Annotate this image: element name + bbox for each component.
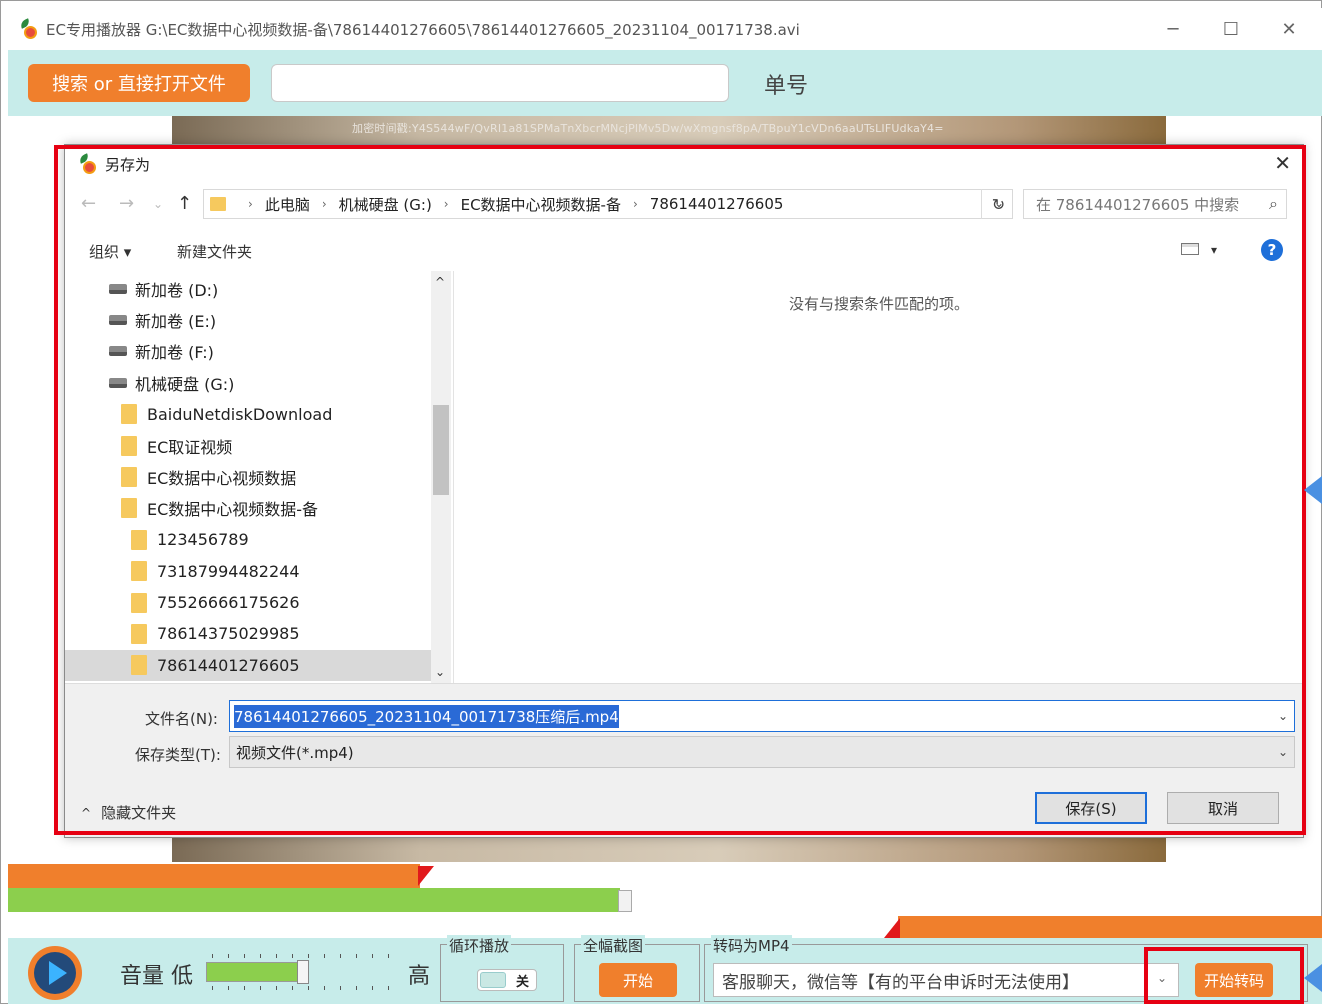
maximize-button[interactable]: ☐ (1202, 8, 1260, 50)
loop-toggle-label: 关 (516, 974, 530, 990)
app-logo-icon (18, 18, 40, 40)
screenshot-start-button[interactable]: 开始 (599, 963, 677, 997)
secondary-progress-bar[interactable] (898, 916, 1322, 938)
minimize-button[interactable]: ─ (1144, 8, 1202, 50)
pointer-arrow-icon (1304, 476, 1322, 504)
app-titlebar: EC专用播放器 G:\EC数据中心视频数据-备\78614401276605\7… (8, 8, 1322, 50)
control-bar: 音量 低 高 循环播放 关 全幅截图 开始 转码为MP4 客服聊天，微信等【有的… (8, 935, 1322, 1004)
volume-ticks (212, 954, 398, 958)
loop-group-label: 循环播放 (447, 935, 512, 956)
loop-group: 循环播放 关 (440, 935, 564, 1002)
secondary-marker-icon[interactable] (884, 918, 900, 938)
progress-marker-icon[interactable] (418, 866, 434, 886)
pointer-arrow-icon (1304, 964, 1322, 992)
volume-high-label: 高 (408, 964, 431, 989)
mp4-preset-value: 客服聊天，微信等【有的平台申诉时无法使用】 (722, 972, 1079, 993)
mp4-group-label: 转码为MP4 (711, 935, 792, 956)
loop-toggle[interactable]: 关 (477, 969, 537, 991)
toggle-knob (480, 972, 506, 988)
window-title: EC专用播放器 G:\EC数据中心视频数据-备\78614401276605\7… (46, 20, 800, 39)
mp4-preset-select[interactable]: 客服聊天，微信等【有的平台申诉时无法使用】 (713, 963, 1179, 997)
order-number-label: 单号 (764, 74, 809, 99)
play-icon (48, 961, 67, 985)
screenshot-group-label: 全幅截图 (581, 935, 646, 956)
volume-handle[interactable] (297, 960, 309, 984)
playback-progress-bar[interactable] (8, 864, 420, 888)
search-input[interactable] (271, 64, 729, 102)
search-open-button[interactable]: 搜索 or 直接打开文件 (28, 64, 250, 102)
volume-fill (206, 962, 303, 982)
volume-label: 音量 低 (120, 964, 193, 989)
highlight-box-dialog (54, 145, 1306, 835)
highlight-box-transcode (1144, 947, 1304, 1004)
screenshot-group: 全幅截图 开始 (574, 935, 700, 1002)
play-button[interactable] (28, 946, 82, 1000)
video-watermark: 加密时间戳:Y4S544wF/QvRI1a81SPMaTnXbcrMNcjPlM… (352, 122, 944, 135)
progress-handle[interactable] (618, 890, 632, 912)
volume-ticks (212, 986, 398, 990)
close-button[interactable]: ✕ (1260, 8, 1318, 50)
search-bar: 搜索 or 直接打开文件 单号 (8, 50, 1322, 116)
buffer-progress-bar[interactable] (8, 888, 620, 912)
volume-slider[interactable] (206, 954, 400, 990)
